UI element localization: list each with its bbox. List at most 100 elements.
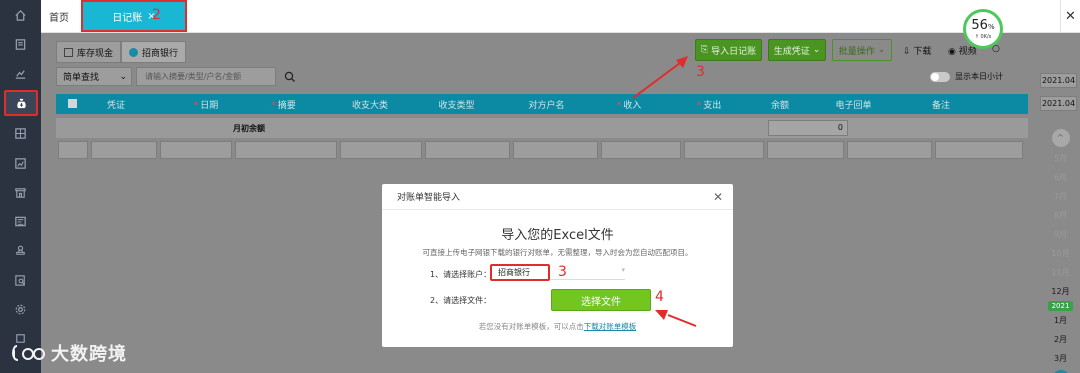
cell-input[interactable] bbox=[684, 141, 764, 159]
daily-subtotal-toggle[interactable]: 显示本日小计 bbox=[930, 71, 1003, 82]
file-label: 2、请选择文件： bbox=[430, 296, 492, 305]
dialog-description: 可直接上传电子网银下载的银行对账单，无需整理，导入时会为您自动匹配项目。 bbox=[422, 248, 693, 257]
store-icon[interactable] bbox=[9, 182, 31, 202]
date-end[interactable]: 2021.04 bbox=[1040, 96, 1077, 111]
generate-voucher-label: 生成凭证 bbox=[773, 46, 810, 57]
month-item[interactable]: 11月 bbox=[1041, 263, 1080, 282]
col-income-label: 收入 bbox=[623, 100, 642, 111]
col-expense-label: 支出 bbox=[703, 100, 722, 111]
chart-icon[interactable] bbox=[9, 63, 31, 83]
account-select[interactable]: 招商银行 bbox=[490, 264, 550, 281]
report-icon[interactable] bbox=[9, 153, 31, 173]
annotation-4: 4 bbox=[655, 289, 664, 305]
annotation-2: 2 bbox=[152, 7, 161, 23]
col-income: * 收入 bbox=[589, 98, 669, 111]
toggle-switch[interactable] bbox=[930, 71, 950, 82]
col-category: 收支大类 bbox=[351, 100, 388, 111]
required-marker: * bbox=[696, 100, 702, 111]
ledger-icon[interactable] bbox=[9, 123, 31, 143]
tab-journal[interactable]: 日记账 × bbox=[81, 0, 187, 32]
month-item[interactable]: 2月 bbox=[1041, 330, 1080, 349]
cell-input[interactable] bbox=[601, 141, 681, 159]
subtab-cash-label: 库存现金 bbox=[77, 48, 114, 59]
generate-voucher-button[interactable]: 生成凭证 ⌄ bbox=[768, 39, 826, 61]
account-subtabs: 库存现金 招商银行 bbox=[56, 41, 187, 63]
col-remark: 备注 bbox=[931, 100, 950, 111]
download-icon: ⇩ bbox=[903, 47, 911, 57]
home-icon[interactable] bbox=[9, 5, 31, 25]
cell-input[interactable] bbox=[935, 141, 1023, 159]
annotation-3b: 3 bbox=[558, 264, 567, 280]
import-journal-button[interactable]: ⎘ 导入日记账 bbox=[695, 39, 762, 61]
col-date-label: 日期 bbox=[200, 100, 219, 111]
month-item[interactable]: 10月 bbox=[1041, 244, 1080, 263]
speed-unit: % bbox=[987, 22, 995, 31]
account-label: 1、请选择账户： bbox=[430, 270, 492, 279]
sidebar bbox=[0, 0, 41, 373]
dialog-title: 对账单智能导入 bbox=[397, 193, 461, 203]
invoice-icon[interactable] bbox=[9, 211, 31, 231]
close-icon[interactable]: ✕ bbox=[713, 190, 723, 204]
cell-input[interactable] bbox=[340, 141, 422, 159]
col-type: 收支类型 bbox=[438, 100, 475, 111]
cell-input[interactable] bbox=[160, 141, 232, 159]
month-item[interactable]: 3月 bbox=[1041, 349, 1080, 368]
month-item[interactable]: 5月 bbox=[1041, 149, 1080, 168]
money-bag-icon[interactable] bbox=[4, 90, 38, 116]
month-item[interactable]: 9月 bbox=[1041, 225, 1080, 244]
choose-file-button[interactable]: 选择文件 bbox=[551, 289, 651, 311]
cell-input[interactable] bbox=[425, 141, 510, 159]
daily-subtotal-label: 显示本日小计 bbox=[955, 72, 1003, 81]
download-button[interactable]: ⇩ 下载 bbox=[903, 44, 931, 57]
voucher-icon[interactable] bbox=[9, 34, 31, 54]
close-icon[interactable]: ✕ bbox=[1060, 0, 1080, 32]
month-item[interactable]: 8月 bbox=[1041, 206, 1080, 225]
cash-icon bbox=[64, 47, 73, 57]
speed-rate-value: 0K/s bbox=[980, 33, 992, 40]
video-icon: ◉ bbox=[948, 47, 956, 57]
month-item[interactable]: 7月 bbox=[1041, 187, 1080, 206]
cell-input[interactable] bbox=[58, 141, 88, 159]
import-icon: ⎘ bbox=[700, 45, 709, 55]
chevron-down-icon: ⌄ bbox=[119, 71, 127, 82]
cell-input[interactable] bbox=[91, 141, 157, 159]
chevron-down-icon: ⌄ bbox=[812, 45, 821, 55]
search-mode-value: 简单查找 bbox=[63, 73, 100, 83]
table-row: 月初余额 0 bbox=[56, 118, 1028, 138]
month-item[interactable]: 6月 bbox=[1041, 168, 1080, 187]
col-date: * 日期 bbox=[176, 98, 236, 111]
tab-home[interactable]: 首页 bbox=[49, 9, 69, 24]
col-counterparty: 对方户名 bbox=[528, 100, 565, 111]
month-item[interactable]: 1月 bbox=[1041, 311, 1080, 330]
search-mode-select[interactable]: 简单查找 ⌄ bbox=[56, 67, 132, 86]
search-icon[interactable] bbox=[284, 71, 296, 83]
download-template-link[interactable]: 下载对账单模板 bbox=[584, 322, 637, 331]
cell-input[interactable] bbox=[767, 141, 844, 159]
col-receipt: 电子回单 bbox=[835, 100, 872, 111]
table-header: 凭证 * 日期 * 摘要 收支大类 收支类型 对方户名 * 收入 * 支出 余额 电子回… bbox=[56, 94, 1028, 114]
search-input[interactable]: 请输入摘要/类型/户名/金额 bbox=[136, 67, 276, 86]
cell-input[interactable] bbox=[513, 141, 598, 159]
video-label: 视频 bbox=[958, 47, 977, 57]
annotation-3: 3 bbox=[696, 64, 705, 80]
filter-bar: 简单查找 ⌄ 请输入摘要/类型/户名/金额 bbox=[56, 67, 296, 86]
date-start[interactable]: 2021.04 bbox=[1040, 73, 1077, 88]
month-item[interactable]: 12月 bbox=[1041, 282, 1080, 301]
search-doc-icon[interactable] bbox=[9, 270, 31, 290]
speed-rate: ↑ 0K/s bbox=[974, 33, 992, 40]
subtab-bank-label: 招商银行 bbox=[142, 48, 179, 59]
cell-input[interactable] bbox=[235, 141, 337, 159]
speed-percent: 56% bbox=[971, 19, 994, 34]
scroll-up-icon[interactable]: ^ bbox=[1051, 129, 1070, 147]
subtab-bank[interactable]: 招商银行 bbox=[121, 41, 187, 63]
stamp-icon[interactable] bbox=[9, 240, 31, 260]
settings-icon[interactable] bbox=[9, 299, 31, 319]
import-journal-label: 导入日记账 bbox=[711, 46, 757, 57]
required-marker: * bbox=[616, 100, 622, 111]
batch-operation-button[interactable]: 批量操作 ⌄ bbox=[832, 39, 892, 61]
required-marker: * bbox=[271, 100, 276, 111]
subtab-cash[interactable]: 库存现金 bbox=[56, 41, 122, 63]
cell-input[interactable] bbox=[847, 141, 932, 159]
batch-operation-label: 批量操作 bbox=[838, 46, 875, 57]
watermark: 大数跨境 bbox=[9, 340, 127, 366]
